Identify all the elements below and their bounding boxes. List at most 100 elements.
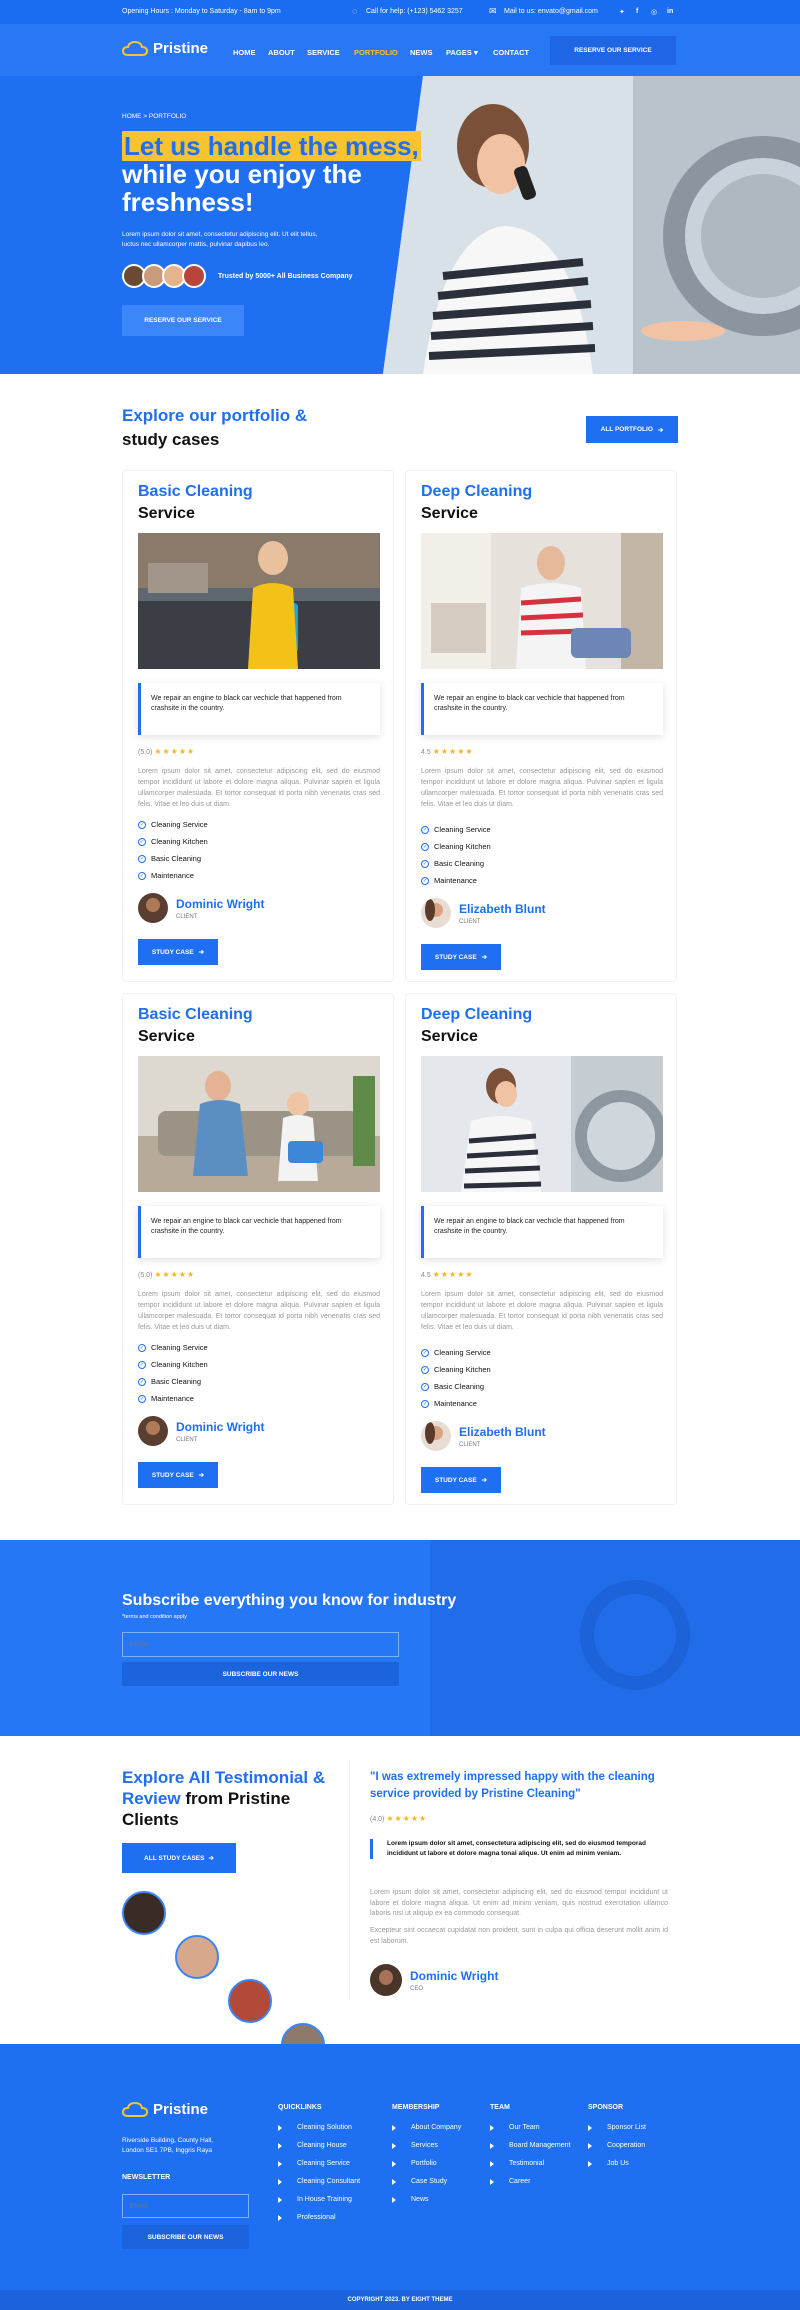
check-icon: ✓	[138, 854, 146, 863]
footer-subscribe-button[interactable]: SUBSCRIBE OUR NEWS	[122, 2225, 249, 2249]
cloud-logo-icon	[122, 2101, 148, 2117]
washer-outline-decoration	[580, 1580, 690, 1690]
footer-link[interactable]: Services	[392, 2142, 461, 2160]
footer-link[interactable]: Job Us	[588, 2160, 646, 2178]
feature-label: Maintenance	[434, 876, 477, 885]
card-rating: 4.5 ★★★★★	[421, 1270, 474, 1279]
check-icon: ✓	[138, 1360, 146, 1369]
card-title-line2: Service	[421, 1028, 478, 1045]
list-item: ✓ Basic Cleaning	[421, 855, 491, 872]
twitter-icon[interactable]: ✦	[619, 8, 625, 16]
hero-reserve-button[interactable]: RESERVE OUR SERVICE	[122, 305, 244, 336]
card-image	[421, 1056, 663, 1192]
card-client: Dominic Wright CLIENT	[138, 893, 264, 923]
study-case-button[interactable]: STUDY CASE ➔	[421, 944, 501, 970]
avatar[interactable]	[228, 1979, 272, 2023]
brand-logo[interactable]: Pristine	[122, 40, 208, 57]
footer-col-title: QUICKLINKS	[278, 2104, 322, 2111]
footer-link[interactable]: News	[392, 2196, 461, 2214]
nav-portfolio[interactable]: PORTFOLIO	[354, 48, 398, 57]
avatar	[138, 1416, 168, 1446]
hero-title-line3: freshness!	[122, 187, 254, 217]
nav-contact[interactable]: CONTACT	[493, 48, 529, 57]
card-title-line2: Service	[138, 505, 195, 522]
study-case-button[interactable]: STUDY CASE ➔	[138, 939, 218, 965]
footer-link[interactable]: About Company	[392, 2124, 461, 2142]
address-line2: London SE1 7PB, Inggris Raya	[122, 2147, 212, 2154]
footer-link[interactable]: In House Training	[278, 2196, 360, 2214]
kitchen-cleaning-illustration	[138, 533, 380, 669]
footer-link[interactable]: Cooperation	[588, 2142, 646, 2160]
footer-link[interactable]: Cleaning House	[278, 2142, 360, 2160]
mail-link[interactable]: Mail to us: envato@gmail.com	[504, 8, 598, 15]
footer-link[interactable]: Portfolio	[392, 2160, 461, 2178]
footer-link[interactable]: Sponsor List	[588, 2124, 646, 2142]
footer-link[interactable]: Cleaning Consultant	[278, 2178, 360, 2196]
card-title-line1: Basic Cleaning	[138, 1006, 253, 1023]
mail-icon: ✉	[489, 6, 497, 16]
footer-link[interactable]: Career	[490, 2178, 570, 2196]
footer-email-input[interactable]	[122, 2194, 249, 2218]
facebook-icon[interactable]: f	[636, 8, 638, 15]
testimonial-heading-blue: Explore All Testimonial &	[122, 1768, 326, 1787]
subscribe-email-input[interactable]	[122, 1632, 399, 1657]
copyright: COPYRIGHT 2023. BY EIGHT THEME	[0, 2290, 800, 2310]
card-client: Dominic Wright CLIENT	[138, 1416, 264, 1446]
nav-news[interactable]: NEWS	[410, 48, 433, 57]
card-features: ✓ Cleaning Service ✓ Cleaning Kitchen ✓ Bas…	[421, 1344, 491, 1412]
footer-address: Riverside Building, County Hall, London …	[122, 2136, 213, 2156]
check-icon: ✓	[138, 1343, 146, 1352]
star-icon: ★★★★★	[154, 747, 196, 756]
hero-description: Lorem ipsum dolor sit amet, consectetur …	[122, 230, 317, 250]
card-title: Basic Cleaning Service	[138, 481, 253, 525]
all-study-cases-button[interactable]: ALL STUDY CASES ➔	[122, 1843, 236, 1873]
footer-col-title: SPONSOR	[588, 2104, 624, 2111]
client-name: Dominic Wright	[176, 896, 265, 911]
linkedin-icon[interactable]: in	[667, 8, 673, 15]
footer-link[interactable]: Board Management	[490, 2142, 570, 2160]
nav-home[interactable]: HOME	[233, 48, 256, 57]
subscribe-button[interactable]: SUBSCRIBE OUR NEWS	[122, 1662, 399, 1686]
footer-link[interactable]: Testimonial	[490, 2160, 570, 2178]
study-case-button[interactable]: STUDY CASE ➔	[421, 1467, 501, 1493]
subscribe-terms: *terms and condition apply	[122, 1614, 187, 1620]
card-quote: We repair an engine to black car vechicl…	[421, 1206, 663, 1258]
footer-brand-name: Pristine	[153, 2101, 209, 2118]
rating-value: (5.0)	[138, 1272, 153, 1279]
help-phone[interactable]: Call for help: (+123) 5462 3257	[366, 8, 463, 15]
footer-link[interactable]: Cleaning Solution	[278, 2124, 360, 2142]
all-portfolio-button[interactable]: ALL PORTFOLIO ➔	[586, 416, 678, 443]
instagram-icon[interactable]: ◎	[651, 8, 657, 16]
footer-link[interactable]: Cleaning Service	[278, 2160, 360, 2178]
card-client: Elizabeth Blunt CLIENT	[421, 898, 546, 928]
study-case-button[interactable]: STUDY CASE ➔	[138, 1462, 218, 1488]
list-item: ✓ Cleaning Service	[421, 1344, 491, 1361]
footer-link[interactable]: Professional	[278, 2214, 360, 2232]
author-role: CEO	[410, 1985, 424, 1992]
check-icon: ✓	[138, 871, 146, 880]
footer-brand-logo[interactable]: Pristine	[122, 2101, 208, 2118]
newsletter-label: NEWSLETTER	[122, 2174, 171, 2181]
avatar	[421, 1421, 451, 1451]
portfolio-card: Basic Cleaning Service We repair an engin…	[122, 470, 394, 982]
hero-laundry-illustration	[383, 76, 800, 374]
chevron-down-icon[interactable]: ▾	[474, 48, 478, 57]
list-item: ✓ Basic Cleaning	[421, 1378, 491, 1395]
footer-col-sponsor: SPONSOR Sponsor List Cooperation Job Us	[588, 2104, 646, 2178]
footer-link[interactable]: Our Team	[490, 2124, 570, 2142]
star-icon: ★★★★★	[386, 1814, 428, 1823]
testimonial-author: Dominic Wright CEO	[370, 1964, 498, 1996]
client-role: CLIENT	[176, 913, 198, 920]
nav-about[interactable]: ABOUT	[268, 48, 295, 57]
main-nav: Pristine HOME ABOUT SERVICE PORTFOLIO NE…	[0, 24, 800, 76]
nav-service[interactable]: SERVICE	[307, 48, 340, 57]
card-title-line2: Service	[421, 505, 478, 522]
footer-link[interactable]: Case Study	[392, 2178, 461, 2196]
card-image	[138, 533, 380, 669]
study-case-label: STUDY CASE	[151, 948, 194, 956]
nav-pages[interactable]: PAGES	[446, 48, 472, 57]
nav-reserve-button[interactable]: RESERVE OUR SERVICE	[550, 36, 676, 65]
avatar[interactable]	[175, 1935, 219, 1979]
check-icon: ✓	[138, 820, 146, 829]
avatar[interactable]	[122, 1891, 166, 1935]
